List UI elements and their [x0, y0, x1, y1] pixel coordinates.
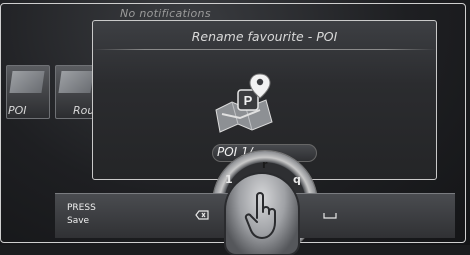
- touch-hand-icon: [244, 192, 276, 239]
- parking-label: P: [244, 93, 253, 108]
- screen: No notifications POI Rou Rename favourit…: [0, 0, 470, 255]
- bg-tile-label: POI: [8, 104, 27, 117]
- map-thumbnail-icon: [9, 71, 45, 93]
- press-hint: PRESS: [67, 203, 96, 213]
- map-pin-icon: P: [215, 73, 273, 133]
- speller-char[interactable]: q: [293, 173, 301, 186]
- speller-char[interactable]: 1: [225, 173, 233, 186]
- save-hint: Save: [67, 216, 90, 226]
- touchpad-controller[interactable]: [226, 174, 298, 254]
- backspace-icon[interactable]: [195, 210, 209, 220]
- dialog-title: Rename favourite - POI: [191, 29, 338, 44]
- speller-char-selected[interactable]: r: [262, 158, 267, 171]
- space-icon[interactable]: [323, 213, 337, 219]
- divider: [93, 49, 436, 50]
- map-thumbnail-icon: [58, 71, 94, 93]
- notification-text: No notifications: [120, 7, 211, 20]
